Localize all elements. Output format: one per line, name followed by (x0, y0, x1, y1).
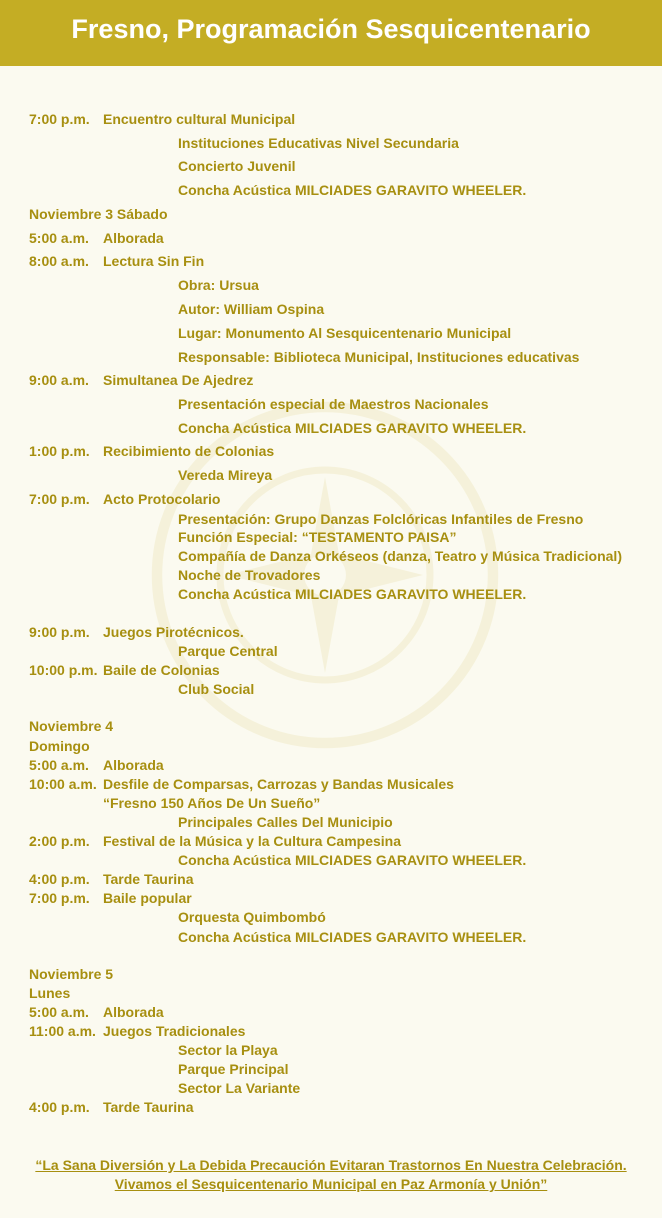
event-detail: Función Especial: “TESTAMENTO PAISA” (178, 529, 457, 545)
time-label: 9:00 a.m. (29, 372, 89, 388)
event-title: Alborada (103, 230, 164, 246)
time-label: 5:00 a.m. (29, 230, 89, 246)
footer-slogan-line-2: Vivamos el Sesquicentenario Municipal en… (114, 1176, 548, 1192)
event-title: Acto Protocolario (103, 491, 221, 507)
footer-slogan-line-1: “La Sana Diversión y La Debida Precaució… (35, 1157, 627, 1173)
day-subheading: Domingo (29, 738, 90, 754)
event-detail: Concierto Juvenil (178, 158, 296, 174)
event-title: Baile de Colonias (103, 662, 220, 678)
time-label: 11:00 a.m. (29, 1023, 96, 1039)
event-detail: Concha Acústica MILCIADES GARAVITO WHEEL… (178, 182, 527, 198)
event-title: Juegos Pirotécnicos. (103, 624, 244, 640)
time-label: 1:00 p.m. (29, 443, 90, 459)
event-detail: Lugar: Monumento Al Sesquicentenario Mun… (178, 325, 512, 341)
event-detail: Concha Acústica MILCIADES GARAVITO WHEEL… (178, 420, 527, 436)
event-detail: Concha Acústica MILCIADES GARAVITO WHEEL… (178, 929, 527, 945)
time-label: 4:00 p.m. (29, 871, 90, 887)
event-title: Lectura Sin Fin (103, 253, 205, 269)
event-title: Encuentro cultural Municipal (103, 111, 296, 127)
time-label: 10:00 p.m. (29, 662, 98, 678)
event-title: Simultanea De Ajedrez (103, 372, 254, 388)
event-detail: Autor: William Ospina (178, 301, 325, 317)
event-title: Juegos Tradicionales (103, 1023, 246, 1039)
event-detail: Presentación especial de Maestros Nacion… (178, 396, 489, 412)
event-detail: Sector la Playa (178, 1042, 278, 1058)
event-detail: Compañía de Danza Orkéseos (danza, Teatr… (178, 548, 622, 564)
time-label: 4:00 p.m. (29, 1099, 90, 1115)
time-label: 7:00 p.m. (29, 890, 90, 906)
event-detail: Sector La Variante (178, 1080, 301, 1096)
page-title: Fresno, Programación Sesquicentenario (71, 14, 591, 44)
event-title: Alborada (103, 1004, 164, 1020)
event-detail: Instituciones Educativas Nivel Secundari… (178, 135, 459, 151)
event-title: Desfile de Comparsas, Carrozas y Bandas … (103, 776, 454, 792)
time-label: 5:00 a.m. (29, 1004, 89, 1020)
day-heading: Noviembre 5 (29, 966, 114, 982)
event-title: Tarde Taurina (103, 1099, 194, 1115)
event-title: Recibimiento de Colonias (103, 443, 275, 459)
day-heading: Noviembre 3 Sábado (29, 206, 168, 222)
event-detail: Club Social (178, 681, 255, 697)
time-label: 9:00 p.m. (29, 624, 90, 640)
event-detail: Responsable: Biblioteca Municipal, Insti… (178, 349, 580, 365)
time-label: 7:00 p.m. (29, 111, 90, 127)
event-title: Tarde Taurina (103, 871, 194, 887)
event-title: Festival de la Música y la Cultura Campe… (103, 833, 401, 849)
event-detail: Presentación: Grupo Danzas Folclóricas I… (178, 511, 584, 527)
event-detail: Obra: Ursua (178, 277, 259, 293)
event-detail: Vereda Mireya (178, 467, 273, 483)
time-label: 7:00 p.m. (29, 491, 90, 507)
day-subheading: Lunes (29, 985, 71, 1001)
event-detail: Noche de Trovadores (178, 567, 321, 583)
event-subtitle: “Fresno 150 Años De Un Sueño” (103, 795, 321, 811)
event-title: Baile popular (103, 890, 192, 906)
time-label: 10:00 a.m. (29, 776, 97, 792)
event-title: Alborada (103, 757, 164, 773)
event-detail: Orquesta Quimbombó (178, 909, 326, 925)
time-label: 5:00 a.m. (29, 757, 89, 773)
day-heading: Noviembre 4 (29, 718, 114, 734)
event-detail: Parque Principal (178, 1061, 289, 1077)
event-detail: Concha Acústica MILCIADES GARAVITO WHEEL… (178, 586, 527, 602)
header-banner: Fresno, Programación Sesquicentenario (0, 0, 662, 66)
time-label: 2:00 p.m. (29, 833, 90, 849)
time-label: 8:00 a.m. (29, 253, 89, 269)
event-detail: Parque Central (178, 643, 278, 659)
event-detail: Concha Acústica MILCIADES GARAVITO WHEEL… (178, 852, 527, 868)
event-detail: Principales Calles Del Municipio (178, 814, 393, 830)
